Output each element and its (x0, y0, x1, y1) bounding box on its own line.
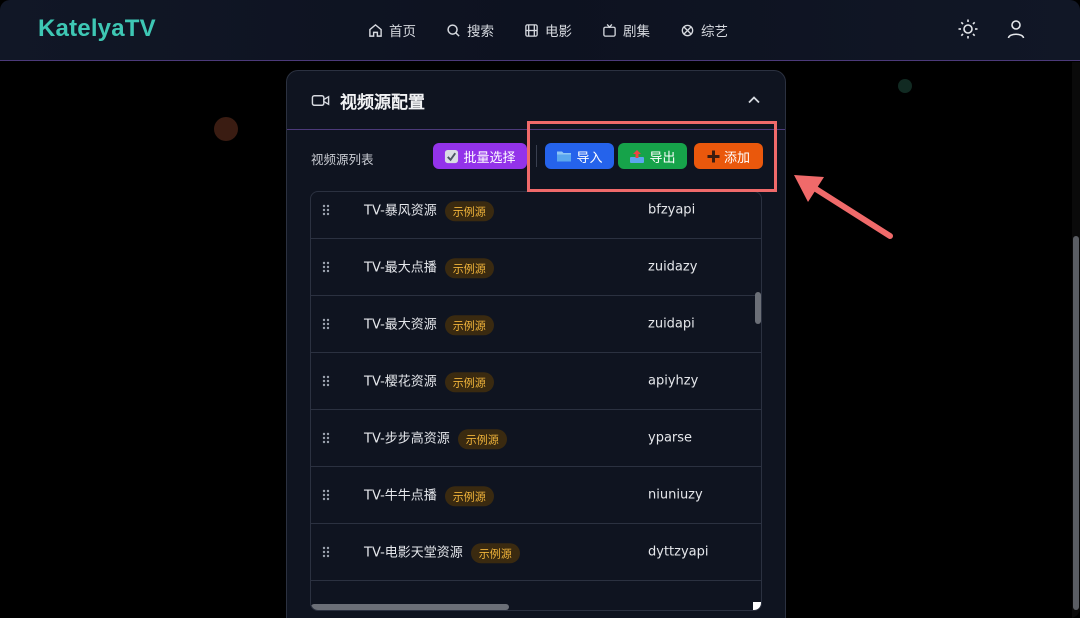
scroll-corner (753, 602, 761, 610)
sample-source-badge: 示例源 (444, 257, 494, 278)
table-row[interactable]: TV-樱花资源 示例源 apiyhzy (311, 353, 761, 410)
source-name: TV-步步高资源 (364, 431, 450, 447)
sample-source-badge: 示例源 (457, 428, 507, 449)
source-name-cell: TV-樱花资源 示例源 (364, 370, 494, 392)
drag-handle-icon[interactable] (322, 432, 330, 444)
source-name-cell: TV-牛牛点播 示例源 (364, 484, 494, 506)
source-name-cell: TV-步步高资源 示例源 (364, 427, 507, 449)
table-row[interactable]: TV-电影天堂资源 示例源 dyttzyapi (311, 524, 761, 581)
source-key: bfzyapi (648, 202, 696, 218)
source-name: TV-最大点播 (364, 260, 437, 276)
nav-item-search[interactable]: 搜索 (446, 19, 494, 41)
main-nav: 首页 搜索 电影 剧集 综艺 (368, 19, 758, 41)
source-key: zuidapi (648, 316, 695, 332)
decor-blob (214, 117, 238, 141)
decor-blob (898, 79, 912, 93)
source-name: TV-暴风资源 (364, 203, 437, 219)
drag-handle-icon[interactable] (322, 546, 330, 558)
nav-label: 搜索 (467, 24, 494, 40)
source-table[interactable]: TV-暴风资源 示例源 bfzyapi TV-最大点播 示例源 zuidazy TV… (310, 191, 762, 611)
source-key: zuidazy (648, 259, 698, 275)
annotation-arrow-icon (794, 175, 893, 239)
film-icon (525, 23, 538, 37)
sparkle-icon (681, 24, 694, 36)
page-scroll-thumb[interactable] (1073, 236, 1079, 610)
nav-label: 首页 (389, 24, 416, 40)
source-name: TV-最大资源 (364, 317, 437, 333)
page-scrollbar[interactable] (1072, 62, 1080, 618)
user-icon[interactable] (1005, 18, 1027, 40)
source-key: yparse (648, 430, 693, 446)
table-row[interactable]: TV-步步高资源 示例源 yparse (311, 410, 761, 467)
source-name: TV-樱花资源 (364, 374, 437, 390)
drag-handle-icon[interactable] (322, 204, 330, 216)
table-vertical-scroll-thumb[interactable] (755, 292, 761, 324)
sun-icon[interactable] (957, 18, 979, 40)
nav-item-home[interactable]: 首页 (368, 19, 416, 41)
sample-source-badge: 示例源 (470, 542, 520, 563)
source-name-cell: TV-最大点播 示例源 (364, 256, 494, 278)
sample-source-badge: 示例源 (444, 314, 494, 335)
search-icon (447, 23, 460, 37)
nav-item-variety[interactable]: 综艺 (680, 19, 728, 41)
top-navbar: KatelyaTV 首页 搜索 电影 剧集 综艺 (0, 0, 1080, 61)
source-key: apiyhzy (648, 373, 699, 389)
table-row[interactable]: TV-最大点播 示例源 zuidazy (311, 239, 761, 296)
source-name-cell: TV-最大资源 示例源 (364, 313, 494, 335)
source-name-cell: TV-电影天堂资源 示例源 (364, 541, 520, 563)
table-row[interactable]: TV-最大资源 示例源 zuidapi (311, 296, 761, 353)
video-camera-icon (311, 94, 330, 106)
nav-item-series[interactable]: 剧集 (602, 19, 650, 41)
batch-select-label: 批量选择 (463, 150, 516, 166)
nav-item-movies[interactable]: 电影 (524, 19, 572, 41)
sample-source-badge: 示例源 (444, 200, 494, 221)
tv-icon (603, 23, 616, 37)
panel-title: 视频源配置 (340, 92, 425, 113)
table-row[interactable]: TV-牛牛点播 示例源 niuniuzy (311, 467, 761, 524)
drag-handle-icon[interactable] (322, 375, 330, 387)
source-name: TV-电影天堂资源 (364, 545, 463, 561)
chevron-up-icon[interactable] (747, 93, 761, 107)
sample-source-badge: 示例源 (444, 371, 494, 392)
home-icon (369, 23, 382, 37)
source-name: TV-牛牛点播 (364, 488, 437, 504)
nav-label: 剧集 (623, 24, 650, 40)
nav-label: 电影 (545, 24, 572, 40)
table-horizontal-scroll-thumb[interactable] (311, 604, 509, 610)
source-list-label: 视频源列表 (311, 152, 374, 167)
nav-label: 综艺 (701, 24, 728, 40)
batch-select-button[interactable]: 批量选择 (433, 143, 527, 169)
annotation-highlight-box (527, 121, 777, 192)
drag-handle-icon[interactable] (322, 489, 330, 501)
table-row[interactable]: TV-暴风资源 示例源 bfzyapi (311, 192, 761, 239)
app-logo[interactable]: KatelyaTV (38, 15, 156, 43)
sample-source-badge: 示例源 (444, 485, 494, 506)
source-key: dyttzyapi (648, 544, 709, 560)
drag-handle-icon[interactable] (322, 261, 330, 273)
source-key: niuniuzy (648, 487, 703, 503)
drag-handle-icon[interactable] (322, 318, 330, 330)
checkbox-icon (445, 149, 459, 163)
app-window: KatelyaTV 首页 搜索 电影 剧集 综艺 视频源配置 视频源列表 批量选… (0, 0, 1080, 618)
source-name-cell: TV-暴风资源 示例源 (364, 199, 494, 221)
